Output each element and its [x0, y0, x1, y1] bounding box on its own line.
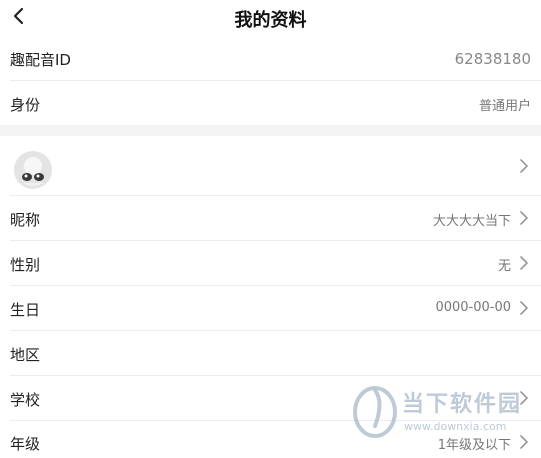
- row-birthday[interactable]: 生日 0000-00-00: [0, 286, 541, 331]
- identity-label: 身份: [10, 96, 41, 114]
- id-label: 趣配音ID: [10, 51, 71, 69]
- avatar-placeholder-icon: [14, 151, 52, 189]
- watermark-brand: 当下软件园: [402, 392, 523, 417]
- grade-label: 年级: [10, 435, 41, 453]
- region-label: 地区: [10, 346, 41, 364]
- app-header: 我的资料: [0, 0, 541, 36]
- page-title: 我的资料: [234, 10, 307, 31]
- row-nickname[interactable]: 昵称 大大大大当下: [0, 196, 541, 241]
- row-identity: 身份 普通用户: [0, 81, 541, 125]
- birthday-value: 0000-00-00: [435, 300, 511, 315]
- downxia-logo-icon: [353, 386, 397, 438]
- identity-value: 普通用户: [478, 99, 531, 114]
- row-region[interactable]: 地区: [0, 331, 541, 376]
- chevron-right-icon: [520, 211, 528, 225]
- chevron-right-icon: [520, 301, 528, 315]
- chevron-right-icon: [520, 256, 528, 270]
- id-value: 62838180: [454, 50, 531, 68]
- school-label: 学校: [10, 391, 41, 409]
- nickname-value: 大大大大当下: [432, 214, 511, 229]
- row-qupeiyin-id: 趣配音ID 62838180: [0, 36, 541, 81]
- birthday-label: 生日: [10, 301, 41, 319]
- row-avatar[interactable]: [0, 136, 541, 196]
- section-gap: [0, 125, 541, 136]
- gender-value: 无: [497, 259, 511, 274]
- nickname-label: 昵称: [10, 211, 41, 229]
- watermark: 当下软件园 www.downxia.com: [352, 380, 532, 440]
- avatar[interactable]: [14, 151, 52, 189]
- watermark-url: www.downxia.com: [404, 420, 507, 433]
- row-gender[interactable]: 性别 无: [0, 241, 541, 286]
- gender-label: 性别: [10, 256, 41, 274]
- chevron-right-icon: [520, 159, 528, 173]
